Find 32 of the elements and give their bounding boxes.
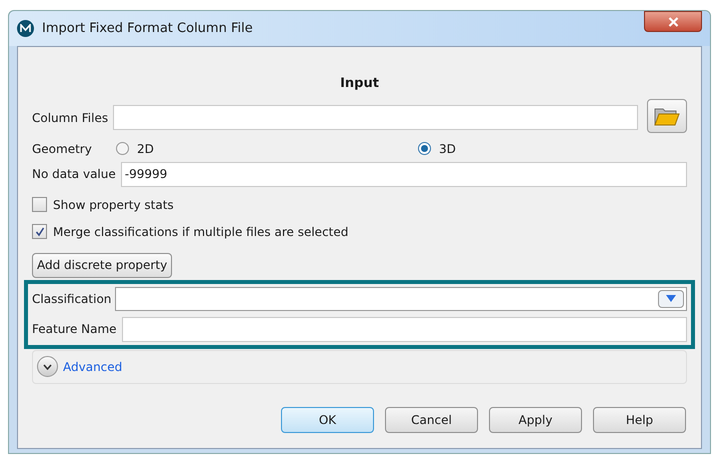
section-title: Input	[339, 75, 380, 93]
app-logo-icon	[17, 20, 34, 37]
dialog-button[interactable]: Apply	[489, 406, 582, 432]
checkbox-label: Merge classifications if multiple files are selected	[53, 224, 348, 240]
checkbox-label: Show property stats	[53, 196, 174, 214]
caret-icon	[658, 290, 684, 308]
field-label: No data value	[32, 166, 116, 183]
field-label: Feature Name	[32, 321, 117, 338]
dropdown[interactable]	[115, 286, 687, 310]
expand-icon[interactable]	[37, 356, 58, 377]
window-title: Import Fixed Format Column File	[42, 20, 253, 38]
close-button[interactable]	[644, 11, 702, 32]
checkbox[interactable]	[32, 197, 47, 212]
advanced-link[interactable]: Advanced	[63, 358, 122, 376]
radio-label: 3D	[439, 140, 456, 158]
field-label: Classification	[32, 290, 112, 308]
input-field[interactable]: -99999	[120, 162, 687, 186]
close-icon	[668, 16, 678, 26]
field-label: Column Files	[32, 110, 108, 126]
radio-button[interactable]	[116, 142, 129, 155]
checkbox[interactable]	[32, 224, 47, 239]
add-discrete-property-button[interactable]: Add discrete property	[32, 252, 172, 278]
folder-icon	[654, 106, 680, 126]
dialog-button[interactable]: OK	[281, 406, 374, 432]
radio-button[interactable]	[418, 142, 431, 155]
dialog-button[interactable]: Cancel	[385, 406, 478, 432]
dialog-button[interactable]: Help	[593, 406, 686, 432]
field-label: Geometry	[32, 140, 93, 158]
browse-button[interactable]	[647, 98, 687, 132]
input-field[interactable]	[122, 316, 687, 342]
input-field[interactable]	[113, 105, 638, 130]
radio-label: 2D	[137, 140, 154, 158]
